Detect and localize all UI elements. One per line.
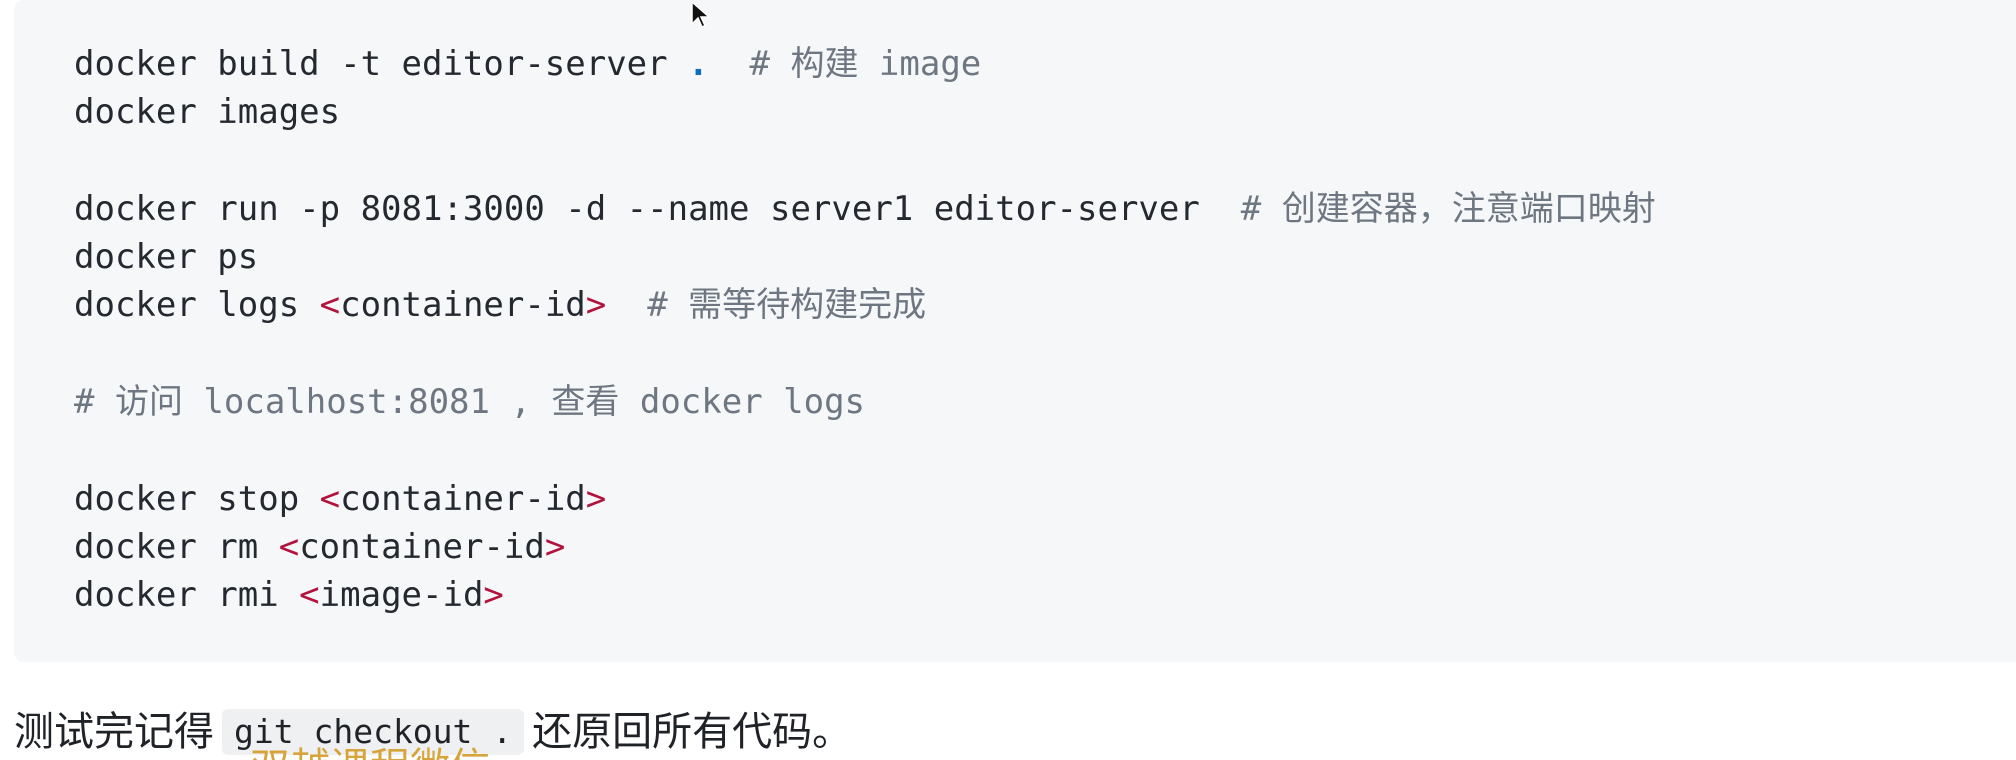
code-command: docker logs	[74, 285, 320, 326]
code-command: docker rmi	[74, 575, 300, 616]
code-line: docker build -t editor-server . # 构建 ima…	[74, 40, 1656, 88]
code-command: docker images	[74, 92, 341, 133]
code-command: docker rm	[74, 526, 279, 567]
angle-close: >	[585, 478, 607, 519]
code-comment: # 需等待构建完成	[606, 285, 927, 326]
code-lines: docker build -t editor-server . # 构建 ima…	[74, 40, 1656, 620]
code-comment: # 构建 image	[708, 44, 982, 84]
code-line: docker run -p 8081:3000 -d --name server…	[74, 185, 1656, 233]
angle-open: <	[278, 526, 300, 567]
angle-close: >	[544, 526, 566, 567]
code-command: docker ps	[74, 237, 259, 278]
code-line: docker rmi <image-id>	[74, 571, 1656, 619]
code-argument: container-id	[299, 526, 545, 567]
code-line: docker ps	[74, 233, 1656, 281]
angle-close: >	[585, 285, 607, 326]
code-line: docker images	[74, 88, 1656, 136]
angle-open: <	[319, 285, 341, 326]
code-command: docker build -t editor-server	[74, 44, 689, 84]
code-line: docker stop <container-id>	[74, 475, 1656, 523]
code-command: docker stop	[74, 478, 320, 519]
code-block: docker build -t editor-server . # 构建 ima…	[14, 0, 2016, 662]
watermark-overlay-text: 双越课程微信	[250, 748, 490, 760]
code-line: docker rm <container-id>	[74, 523, 1656, 571]
angle-close: >	[483, 575, 504, 616]
angle-open: <	[299, 575, 320, 616]
prose-text-before: 测试完记得	[14, 709, 214, 755]
code-comment: # 创建容器，注意端口映射	[1199, 188, 1656, 229]
code-argument: image-id	[319, 575, 484, 616]
code-command: docker run -p 8081:3000 -d --name server…	[74, 188, 1200, 229]
code-dot: .	[688, 44, 709, 84]
angle-open: <	[319, 478, 341, 519]
code-argument: container-id	[340, 478, 586, 519]
code-comment: # 访问 localhost:8081 , 查看 docker logs	[74, 382, 866, 423]
code-line: docker logs <container-id> # 需等待构建完成	[74, 281, 1656, 329]
prose-text-after: 还原回所有代码。	[532, 709, 853, 755]
code-argument: container-id	[340, 285, 586, 326]
code-line: # 访问 localhost:8081 , 查看 docker logs	[74, 378, 1656, 426]
